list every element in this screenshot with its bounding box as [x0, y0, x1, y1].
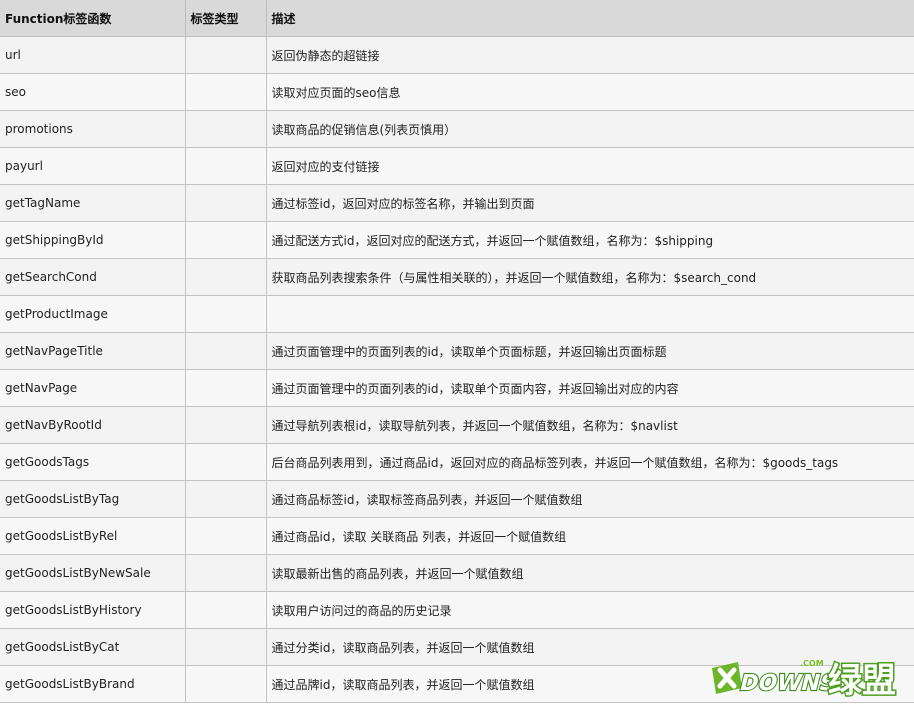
- cell-description: 后台商品列表用到，通过商品id，返回对应的商品标签列表，并返回一个赋值数组，名称…: [266, 443, 914, 481]
- svg-text:DOWNS: DOWNS: [737, 670, 839, 696]
- cell-description: 返回伪静态的超链接: [266, 36, 914, 74]
- svg-text:.COM: .COM: [800, 659, 824, 668]
- header-function: Function标签函数: [0, 0, 186, 37]
- watermark-logo-graphic: DOWNS .COM 绿盟: [712, 659, 898, 701]
- table-row: getTagName 通过标签id，返回对应的标签名称，并输出到页面: [0, 184, 914, 222]
- cell-function-name: getGoodsListByCat: [0, 628, 186, 666]
- cell-function-name: getGoodsListByRel: [0, 517, 186, 555]
- cell-tag-type: [185, 628, 267, 666]
- cell-description: 读取最新出售的商品列表，并返回一个赋值数组: [266, 554, 914, 592]
- cell-function-name: getNavPageTitle: [0, 332, 186, 370]
- cell-tag-type: [185, 36, 267, 74]
- cell-description: 通过标签id，返回对应的标签名称，并输出到页面: [266, 184, 914, 222]
- table-row: url 返回伪静态的超链接: [0, 36, 914, 74]
- cell-tag-type: [185, 332, 267, 370]
- cell-description: 通过商品id，读取 关联商品 列表，并返回一个赋值数组: [266, 517, 914, 555]
- cell-function-name: getGoodsTags: [0, 443, 186, 481]
- cell-tag-type: [185, 295, 267, 333]
- table-row: getProductImage: [0, 295, 914, 333]
- table-row: getShippingById 通过配送方式id，返回对应的配送方式，并返回一个赋…: [0, 221, 914, 259]
- table-row: promotions 读取商品的促销信息(列表页慎用）: [0, 110, 914, 148]
- cell-description: 通过页面管理中的页面列表的id，读取单个页面内容，并返回输出对应的内容: [266, 369, 914, 407]
- cell-description: 通过导航列表根id，读取导航列表，并返回一个赋值数组，名称为：$navlist: [266, 406, 914, 444]
- cell-tag-type: [185, 443, 267, 481]
- cell-description: 获取商品列表搜索条件（与属性相关联的），并返回一个赋值数组，名称为：$searc…: [266, 258, 914, 296]
- cell-function-name: url: [0, 36, 186, 74]
- cell-tag-type: [185, 665, 267, 703]
- cell-tag-type: [185, 221, 267, 259]
- svg-text:绿盟: 绿盟: [828, 661, 896, 700]
- cell-tag-type: [185, 73, 267, 111]
- cell-description: 通过商品标签id，读取标签商品列表，并返回一个赋值数组: [266, 480, 914, 518]
- site-watermark-logo: DOWNS .COM 绿盟: [708, 654, 908, 700]
- table-row: seo 读取对应页面的seo信息: [0, 73, 914, 111]
- lvmeng-wordmark: 绿盟: [827, 660, 898, 701]
- cell-tag-type: [185, 147, 267, 185]
- cell-description: 返回对应的支付链接: [266, 147, 914, 185]
- table-row: getGoodsListByRel 通过商品id，读取 关联商品 列表，并返回一个…: [0, 517, 914, 555]
- cell-description: 读取商品的促销信息(列表页慎用）: [266, 110, 914, 148]
- header-description: 描述: [266, 0, 914, 37]
- cell-function-name: getGoodsListByHistory: [0, 591, 186, 629]
- cell-function-name: getNavByRootId: [0, 406, 186, 444]
- table-header-row: Function标签函数 标签类型 描述: [0, 0, 914, 37]
- cell-function-name: getSearchCond: [0, 258, 186, 296]
- function-tag-table: Function标签函数 标签类型 描述 url 返回伪静态的超链接 seo 读取对应…: [0, 0, 914, 703]
- cell-tag-type: [185, 258, 267, 296]
- table-row: payurl 返回对应的支付链接: [0, 147, 914, 185]
- table-row: getGoodsListByHistory 读取用户访问过的商品的历史记录: [0, 591, 914, 629]
- x-badge-icon: [712, 662, 742, 694]
- cell-function-name: payurl: [0, 147, 186, 185]
- cell-function-name: seo: [0, 73, 186, 111]
- table-row: getSearchCond 获取商品列表搜索条件（与属性相关联的），并返回一个赋值…: [0, 258, 914, 296]
- cell-function-name: getNavPage: [0, 369, 186, 407]
- cell-description: 读取用户访问过的商品的历史记录: [266, 591, 914, 629]
- downs-wordmark: DOWNS: [736, 669, 840, 697]
- table-row: getGoodsListByNewSale 读取最新出售的商品列表，并返回一个赋值…: [0, 554, 914, 592]
- table-row: getNavPage 通过页面管理中的页面列表的id，读取单个页面内容，并返回输出…: [0, 369, 914, 407]
- cell-function-name: getProductImage: [0, 295, 186, 333]
- table-body: url 返回伪静态的超链接 seo 读取对应页面的seo信息 promotions 读取商…: [0, 36, 914, 703]
- cell-tag-type: [185, 184, 267, 222]
- cell-function-name: getGoodsListByTag: [0, 480, 186, 518]
- cell-tag-type: [185, 554, 267, 592]
- cell-function-name: getShippingById: [0, 221, 186, 259]
- cell-description: 通过页面管理中的页面列表的id，读取单个页面标题，并返回输出页面标题: [266, 332, 914, 370]
- cell-function-name: promotions: [0, 110, 186, 148]
- cell-description: [266, 295, 914, 333]
- header-tag-type: 标签类型: [185, 0, 267, 37]
- cell-tag-type: [185, 110, 267, 148]
- cell-tag-type: [185, 369, 267, 407]
- cell-tag-type: [185, 406, 267, 444]
- table-row: getGoodsListByTag 通过商品标签id，读取标签商品列表，并返回一个…: [0, 480, 914, 518]
- cell-tag-type: [185, 517, 267, 555]
- cell-function-name: getTagName: [0, 184, 186, 222]
- cell-tag-type: [185, 591, 267, 629]
- cell-tag-type: [185, 480, 267, 518]
- cell-function-name: getGoodsListByNewSale: [0, 554, 186, 592]
- table-row: getGoodsTags 后台商品列表用到，通过商品id，返回对应的商品标签列表，…: [0, 443, 914, 481]
- cell-description: 读取对应页面的seo信息: [266, 73, 914, 111]
- table-row: getNavByRootId 通过导航列表根id，读取导航列表，并返回一个赋值数组…: [0, 406, 914, 444]
- cell-function-name: getGoodsListByBrand: [0, 665, 186, 703]
- cell-description: 通过配送方式id，返回对应的配送方式，并返回一个赋值数组，名称为：$shippi…: [266, 221, 914, 259]
- table-row: getNavPageTitle 通过页面管理中的页面列表的id，读取单个页面标题，…: [0, 332, 914, 370]
